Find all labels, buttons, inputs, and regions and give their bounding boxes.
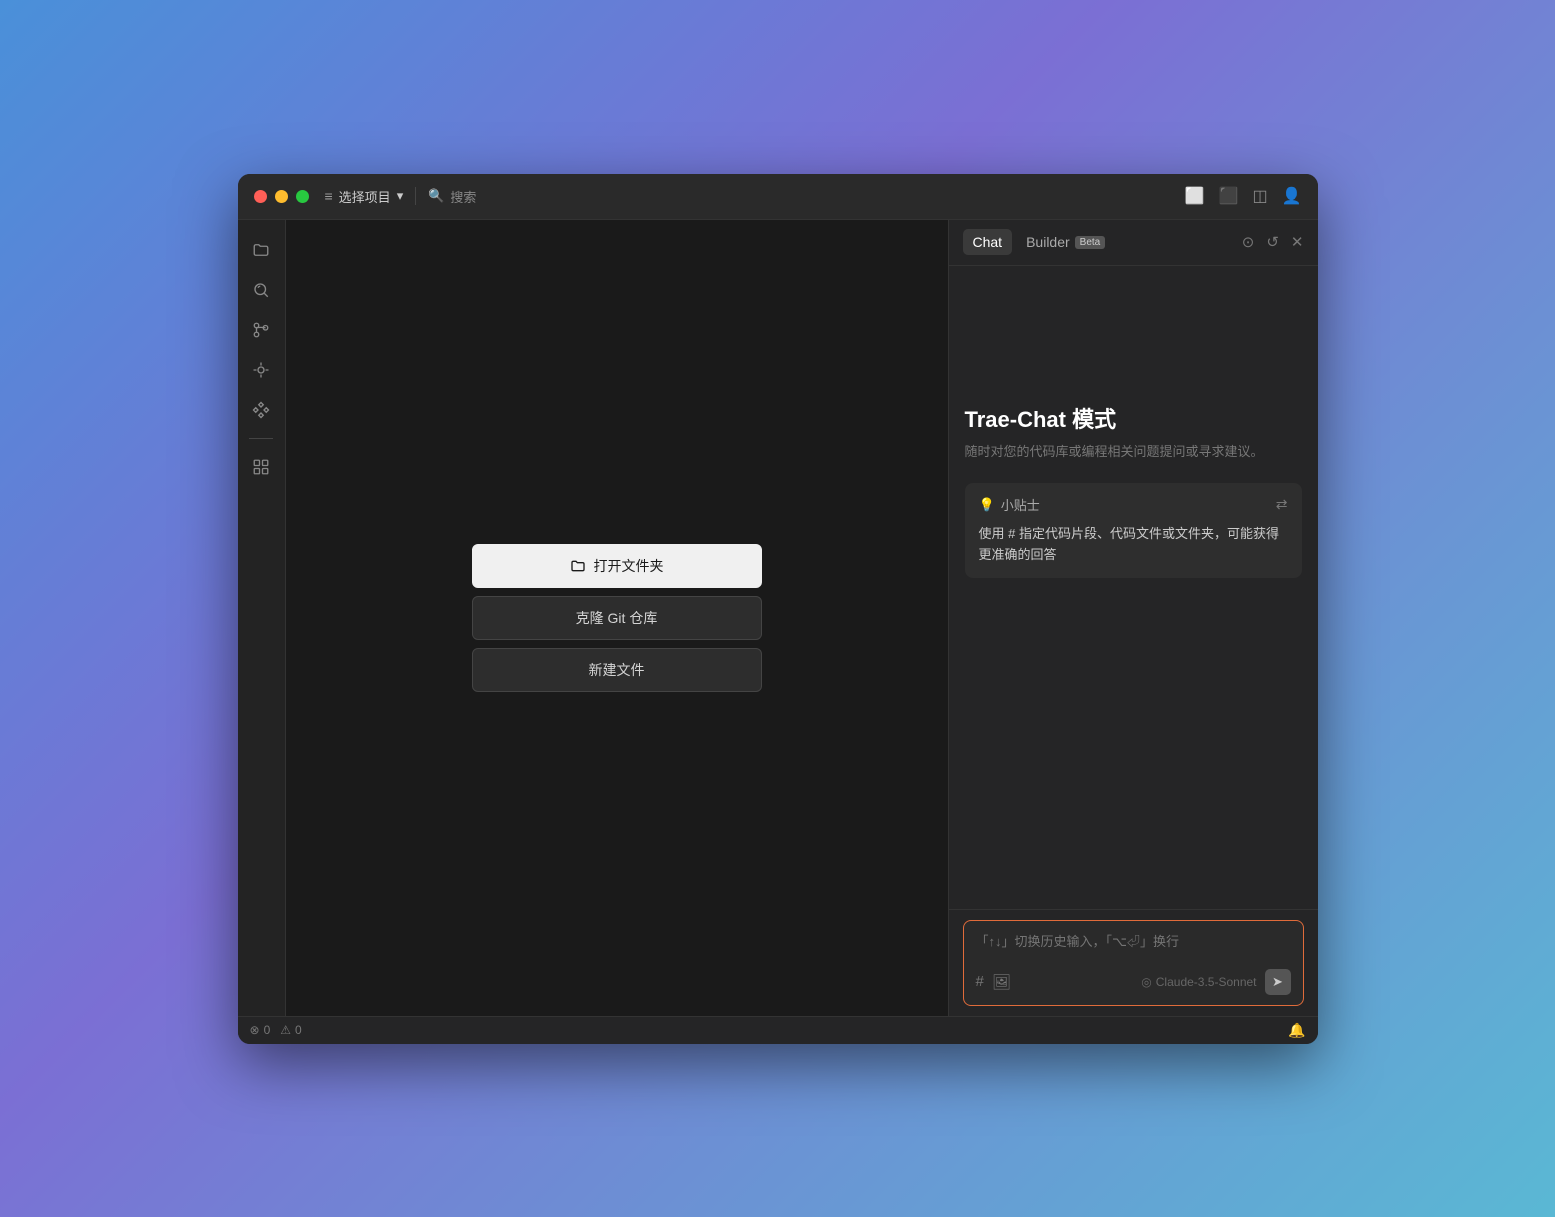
project-label: 选择项目 xyxy=(339,187,391,206)
account-icon[interactable]: 👤 xyxy=(1282,186,1302,206)
tips-text: 使用 # 指定代码片段、代码文件或文件夹，可能获得更准确的回答 xyxy=(979,524,1288,566)
sidebar-divider xyxy=(249,438,273,439)
model-label[interactable]: ◎ Claude-3.5-Sonnet xyxy=(1141,975,1256,989)
warning-status[interactable]: ⚠ 0 xyxy=(280,1023,301,1037)
content-area: 打开文件夹 克隆 Git 仓库 新建文件 xyxy=(286,220,948,1016)
close-button[interactable] xyxy=(254,190,267,203)
maximize-button[interactable] xyxy=(296,190,309,203)
layout-icon-2[interactable]: ⬛ xyxy=(1219,186,1239,206)
send-button[interactable]: ➤ xyxy=(1265,969,1291,995)
chat-history-icon[interactable]: ↺ xyxy=(1266,233,1279,251)
chat-input-bottom: # 🖼 ◎ Claude-3.5-Sonnet ➤ xyxy=(976,969,1291,995)
statusbar-left: ⊗ 0 ⚠ 0 xyxy=(250,1023,302,1037)
search-label: 搜索 xyxy=(450,187,476,206)
chat-mode-title: Trae-Chat 模式 xyxy=(965,402,1302,434)
chat-input-right: ◎ Claude-3.5-Sonnet ➤ xyxy=(1141,969,1290,995)
sidebar-item-git[interactable] xyxy=(243,312,279,348)
tips-label: 💡 小贴士 xyxy=(979,495,1040,514)
project-icon: ≡ xyxy=(325,188,333,204)
statusbar: ⊗ 0 ⚠ 0 🔔 xyxy=(238,1016,1318,1044)
error-icon: ⊗ xyxy=(250,1023,260,1037)
welcome-buttons: 打开文件夹 克隆 Git 仓库 新建文件 xyxy=(472,544,762,692)
chat-input[interactable] xyxy=(976,931,1291,961)
chat-settings-icon[interactable]: ⊙ xyxy=(1242,233,1255,251)
right-panel: Chat Builder Beta ⊙ ↺ ✕ Trae-Chat 模式 xyxy=(948,220,1318,1016)
hash-icon[interactable]: # xyxy=(976,973,984,990)
image-icon[interactable]: 🖼 xyxy=(992,973,1011,991)
new-file-button[interactable]: 新建文件 xyxy=(472,648,762,692)
main-area: 打开文件夹 克隆 Git 仓库 新建文件 Chat Builder Beta xyxy=(238,220,1318,1016)
project-selector[interactable]: ≡ 选择项目 ▾ xyxy=(325,187,404,206)
project-dropdown-icon: ▾ xyxy=(397,188,404,204)
sidebar-item-apps[interactable] xyxy=(243,449,279,485)
titlebar-divider xyxy=(415,187,416,205)
layout-icon-1[interactable]: ⬜ xyxy=(1185,186,1205,206)
panel-body: Trae-Chat 模式 随时对您的代码库或编程相关问题提问或寻求建议。 💡 小… xyxy=(949,266,1318,909)
panel-close-icon[interactable]: ✕ xyxy=(1291,233,1304,251)
clone-git-button[interactable]: 克隆 Git 仓库 xyxy=(472,596,762,640)
layout-icon-3[interactable]: ◫ xyxy=(1252,186,1267,206)
error-status[interactable]: ⊗ 0 xyxy=(250,1023,271,1037)
open-folder-button[interactable]: 打开文件夹 xyxy=(472,544,762,588)
tips-header: 💡 小贴士 ⇄ xyxy=(979,495,1288,514)
beta-badge: Beta xyxy=(1075,236,1106,249)
notification-icon[interactable]: 🔔 xyxy=(1288,1022,1305,1038)
search-icon: 🔍 xyxy=(428,188,444,204)
chat-mode-section: Trae-Chat 模式 随时对您的代码库或编程相关问题提问或寻求建议。 xyxy=(965,282,1302,462)
minimize-button[interactable] xyxy=(275,190,288,203)
titlebar: ≡ 选择项目 ▾ 🔍 搜索 ⬜ ⬛ ◫ 👤 xyxy=(238,174,1318,220)
sidebar-item-search[interactable] xyxy=(243,272,279,308)
titlebar-right: ⬜ ⬛ ◫ 👤 xyxy=(1185,186,1302,206)
tab-chat[interactable]: Chat xyxy=(963,229,1013,255)
search-button[interactable]: 🔍 搜索 xyxy=(428,187,476,206)
tips-shuffle-icon[interactable]: ⇄ xyxy=(1276,496,1288,513)
tips-bulb-icon: 💡 xyxy=(979,497,995,513)
panel-header-right: ⊙ ↺ ✕ xyxy=(1242,233,1304,251)
model-icon: ◎ xyxy=(1141,975,1151,989)
tab-builder[interactable]: Builder Beta xyxy=(1016,229,1115,255)
chat-input-left: # 🖼 xyxy=(976,973,1011,991)
chat-input-box[interactable]: # 🖼 ◎ Claude-3.5-Sonnet ➤ xyxy=(963,920,1304,1006)
traffic-lights xyxy=(254,190,309,203)
statusbar-right: 🔔 xyxy=(1288,1022,1305,1039)
app-window: ≡ 选择项目 ▾ 🔍 搜索 ⬜ ⬛ ◫ 👤 xyxy=(238,174,1318,1044)
sidebar xyxy=(238,220,286,1016)
sidebar-item-debug[interactable] xyxy=(243,352,279,388)
panel-header: Chat Builder Beta ⊙ ↺ ✕ xyxy=(949,220,1318,266)
sidebar-item-folder[interactable] xyxy=(243,232,279,268)
tips-card: 💡 小贴士 ⇄ 使用 # 指定代码片段、代码文件或文件夹，可能获得更准确的回答 xyxy=(965,483,1302,578)
warning-icon: ⚠ xyxy=(280,1023,291,1037)
panel-footer: # 🖼 ◎ Claude-3.5-Sonnet ➤ xyxy=(949,909,1318,1016)
chat-mode-subtitle: 随时对您的代码库或编程相关问题提问或寻求建议。 xyxy=(965,442,1302,462)
sidebar-item-extensions[interactable] xyxy=(243,392,279,428)
